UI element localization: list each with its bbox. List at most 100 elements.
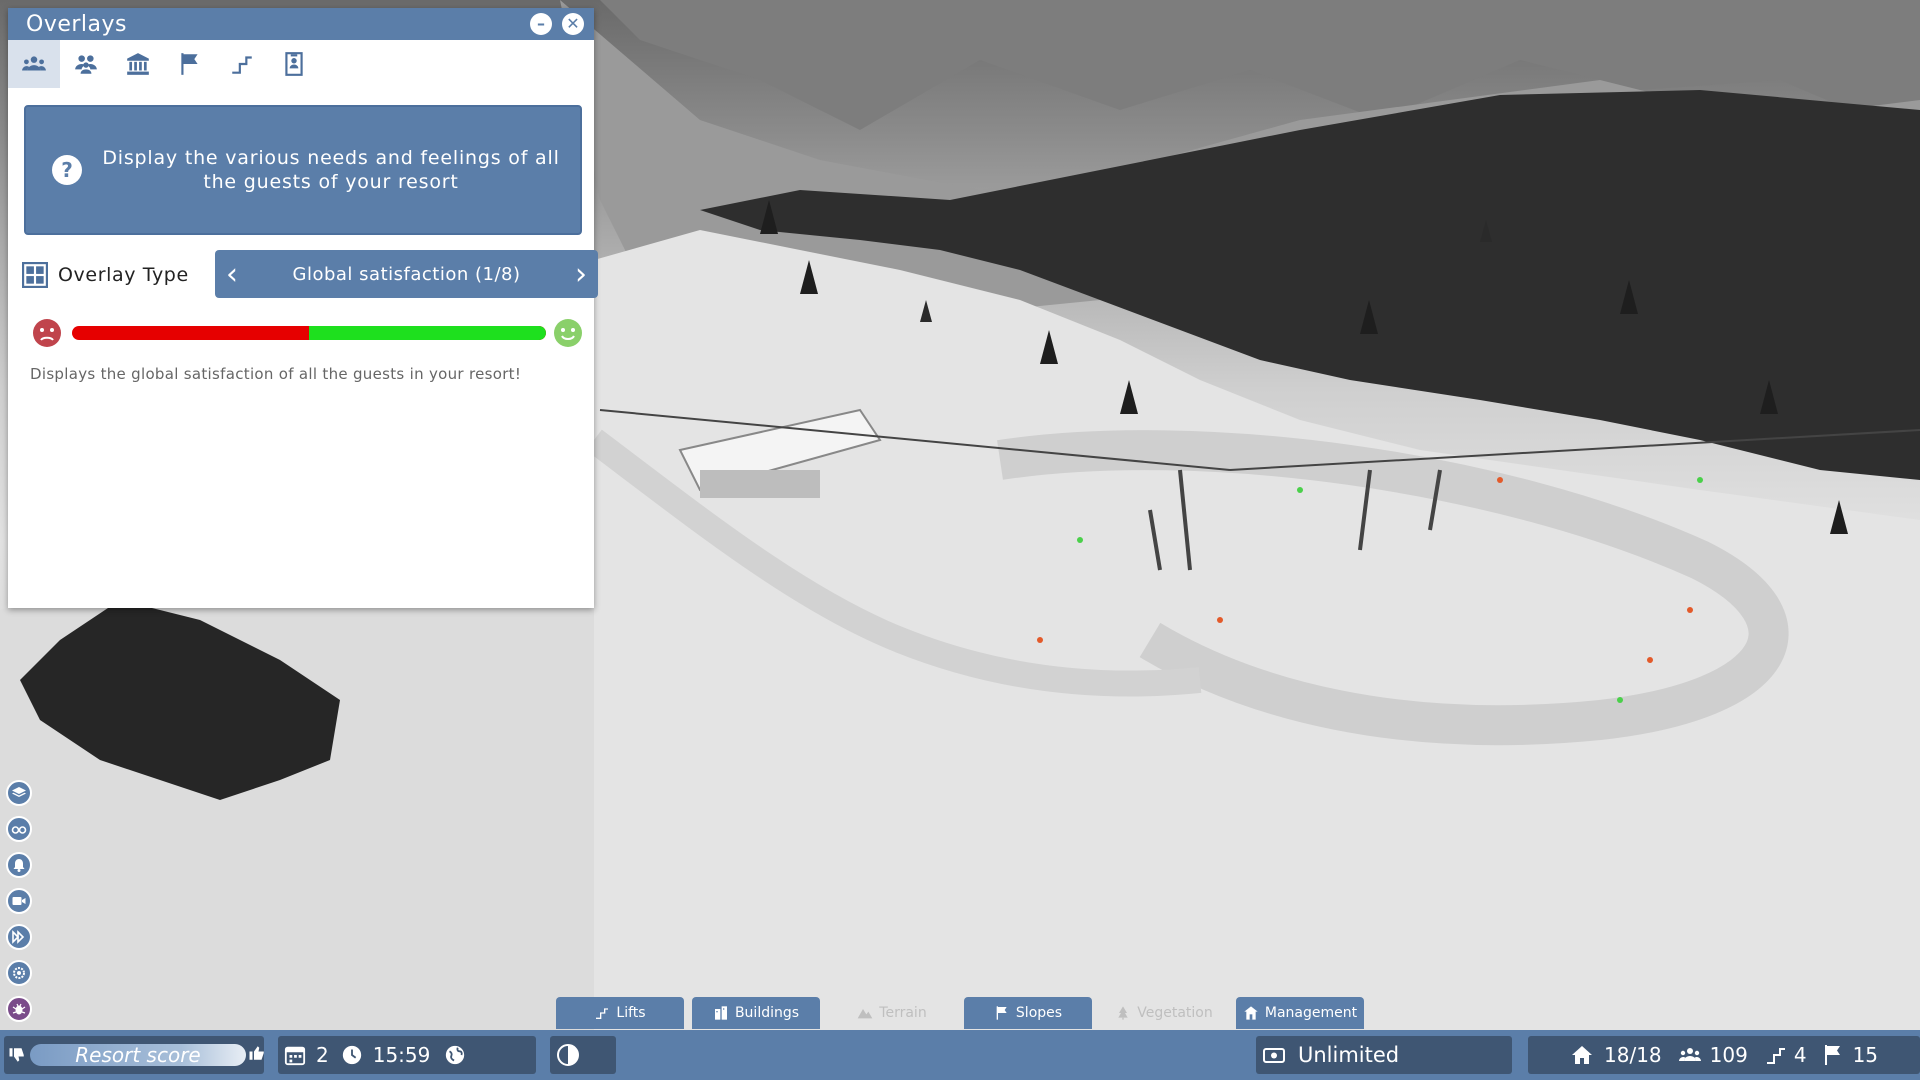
thumbs-up-icon: [249, 1046, 264, 1060]
tree: [1360, 300, 1378, 334]
category-label: Vegetation: [1137, 1005, 1213, 1021]
home-icon: [1572, 1046, 1592, 1064]
lift-icon: [232, 56, 252, 74]
clock-icon: [342, 1045, 361, 1065]
flag-icon: [1824, 1045, 1840, 1065]
satisfaction-legend: [24, 316, 584, 348]
bug-icon: [12, 1003, 26, 1015]
category-buildings-button[interactable]: Buildings: [692, 997, 820, 1029]
flag-icon: [181, 53, 198, 75]
tree: [760, 200, 778, 234]
tab-buildings[interactable]: [112, 40, 164, 88]
building-icon: [714, 1006, 727, 1020]
badge-icon: [285, 52, 303, 76]
category-label: Lifts: [616, 1005, 646, 1021]
mountain-icon: [857, 1009, 873, 1019]
tab-groups[interactable]: [60, 40, 112, 88]
close-button[interactable]: ✕: [562, 13, 584, 35]
prev-overlay-button[interactable]: ‹: [217, 250, 247, 298]
tree: [800, 260, 818, 294]
notifications-button[interactable]: [6, 852, 32, 878]
flag-icon: [996, 1006, 1007, 1020]
settings-button[interactable]: [6, 960, 32, 986]
lift-icon: [1766, 1048, 1785, 1064]
building-icon: [127, 53, 149, 75]
overlay-type-selector[interactable]: ‹ Global satisfaction (1/8) ›: [215, 250, 598, 298]
tab-staff[interactable]: [268, 40, 320, 88]
happy-face-icon: [554, 319, 582, 347]
minimize-button[interactable]: –: [530, 13, 552, 35]
camera-button[interactable]: [6, 888, 32, 914]
tree-icon: [1118, 1006, 1128, 1020]
layers-button[interactable]: [6, 780, 32, 806]
date-time-widget[interactable]: 2 15:59: [278, 1036, 536, 1074]
info-box: ? Display the various needs and feelings…: [24, 105, 582, 235]
day-night-widget[interactable]: [550, 1036, 616, 1074]
overlay-description: Displays the global satisfaction of all …: [30, 365, 522, 383]
overlay-tab-bar: [8, 40, 594, 88]
layers-icon: [12, 787, 26, 797]
money-icon: [1263, 1048, 1285, 1063]
category-vegetation-button[interactable]: Vegetation: [1100, 997, 1228, 1029]
time-value: 15:59: [372, 1043, 431, 1067]
overlay-type-row: Overlay Type ‹ Global satisfaction (1/8)…: [22, 250, 598, 300]
tree: [1760, 380, 1778, 414]
tree: [1830, 500, 1848, 534]
tree: [920, 300, 932, 322]
tree: [1120, 380, 1138, 414]
panel-header[interactable]: Overlays – ✕: [8, 8, 594, 40]
slopes-count: 15: [1852, 1043, 1879, 1067]
build-category-bar: Lifts Buildings Terrain Slopes Vegetatio…: [556, 997, 1372, 1029]
guests-icon: [1678, 1048, 1701, 1061]
category-label: Buildings: [734, 1005, 800, 1021]
thumbs-down-icon: [9, 1048, 24, 1062]
category-management-button[interactable]: Management: [1236, 997, 1364, 1029]
category-terrain-button[interactable]: Terrain: [828, 997, 956, 1029]
next-overlay-button[interactable]: ›: [566, 250, 596, 298]
tab-slopes[interactable]: [164, 40, 216, 88]
panel-title: Overlays: [26, 11, 127, 37]
info-text: Display the various needs and feelings o…: [102, 147, 560, 193]
resort-stats-widget: 18/18 109 4 15: [1528, 1036, 1920, 1074]
debug-button[interactable]: [6, 996, 32, 1022]
lifts-count: 4: [1793, 1043, 1807, 1067]
tree: [1620, 280, 1638, 314]
management-icon: [1244, 1006, 1258, 1020]
binoculars-button[interactable]: [6, 816, 32, 842]
category-label: Management: [1264, 1005, 1358, 1021]
fast-forward-icon: [12, 930, 25, 944]
tab-lifts[interactable]: [216, 40, 268, 88]
category-label: Slopes: [1015, 1005, 1063, 1021]
overlay-type-label: Overlay Type: [58, 264, 189, 286]
groups-icon: [75, 55, 97, 74]
lift-icon: [596, 1008, 609, 1019]
category-label: Terrain: [879, 1005, 927, 1021]
budget-widget[interactable]: Unlimited: [1256, 1036, 1512, 1074]
budget-value: Unlimited: [1298, 1043, 1400, 1067]
settings-icon: [13, 967, 25, 979]
resort-score-bar: Resort score: [30, 1043, 246, 1067]
category-lifts-button[interactable]: Lifts: [556, 997, 684, 1029]
globe-icon: [446, 1045, 465, 1065]
day-value: 2: [316, 1043, 329, 1067]
camera-icon: [12, 897, 26, 905]
tree: [1040, 330, 1058, 364]
guests-count: 109: [1709, 1043, 1748, 1067]
guests-icon: [22, 56, 46, 71]
tab-guests-needs[interactable]: [8, 40, 60, 88]
buildings-count: 18/18: [1604, 1043, 1662, 1067]
satisfaction-gradient-bar: [72, 326, 546, 340]
side-toolbar: [6, 780, 34, 1032]
satisfaction-high-segment: [309, 326, 546, 340]
resort-score-widget[interactable]: Resort score: [4, 1036, 264, 1074]
game-speed-button[interactable]: [6, 924, 32, 950]
overlays-panel: Overlays – ✕ ? Display the various needs…: [8, 8, 598, 608]
category-slopes-button[interactable]: Slopes: [964, 997, 1092, 1029]
calendar-icon: [284, 1046, 306, 1066]
help-icon[interactable]: ?: [52, 155, 82, 185]
grid-icon: [22, 262, 48, 288]
bell-icon: [13, 859, 25, 872]
overlay-type-value: Global satisfaction (1/8): [292, 263, 521, 285]
moon-icon: [557, 1044, 579, 1066]
status-bar: Resort score 2 15:59 Unlimited 18/18 109…: [0, 1030, 1920, 1080]
